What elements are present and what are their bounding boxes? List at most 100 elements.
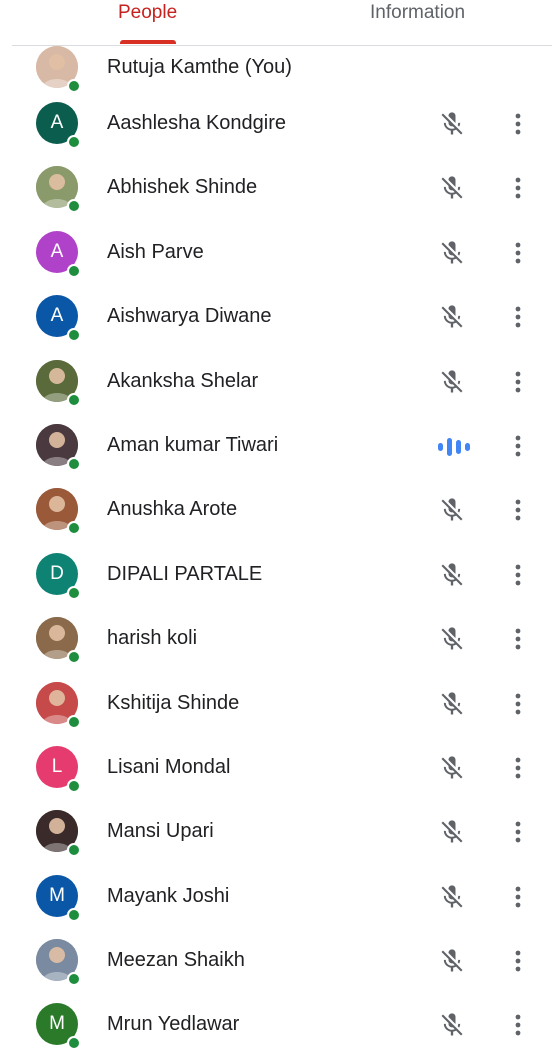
- participant-row[interactable]: Rutuja Kamthe (You): [0, 46, 552, 93]
- participant-name: Anushka Arote: [107, 498, 238, 521]
- online-status-dot: [67, 1036, 81, 1051]
- active-tab-indicator: [120, 40, 176, 44]
- participant-name: Aashlesha Kondgire: [107, 112, 287, 134]
- online-status-dot: [67, 907, 81, 922]
- participant-row[interactable]: D DIPALI PARTALE: [0, 543, 552, 607]
- mic-off-icon[interactable]: [438, 368, 466, 396]
- more-options-icon[interactable]: [508, 690, 528, 718]
- avatar-wrapper: D: [36, 552, 81, 600]
- avatar-initial: A: [50, 240, 64, 262]
- mic-off-icon[interactable]: [438, 818, 466, 846]
- mic-off-icon[interactable]: [438, 496, 466, 524]
- avatar-initial: A: [50, 112, 64, 133]
- more-options-icon[interactable]: [508, 239, 528, 267]
- online-status-dot: [67, 79, 81, 93]
- avatar-wrapper: [36, 166, 81, 214]
- participant-name: harish koli: [107, 627, 198, 650]
- tab-people[interactable]: People: [118, 2, 177, 24]
- more-options-icon[interactable]: [508, 1011, 528, 1039]
- online-status-dot: [67, 585, 81, 600]
- participant-name: Akanksha Shelar: [107, 369, 259, 392]
- online-status-dot: [67, 972, 81, 987]
- more-options-icon[interactable]: [508, 625, 528, 653]
- online-status-dot: [67, 263, 81, 278]
- participant-name: Rutuja Kamthe (You): [107, 56, 292, 78]
- more-options-icon[interactable]: [508, 754, 528, 782]
- mic-off-icon[interactable]: [438, 625, 466, 653]
- more-options-icon[interactable]: [508, 818, 528, 846]
- participant-row[interactable]: Mansi Upari: [0, 800, 552, 864]
- participant-row[interactable]: M Mayank Joshi: [0, 865, 552, 929]
- participant-row[interactable]: Abhishek Shinde: [0, 156, 552, 220]
- mic-off-icon[interactable]: [438, 303, 466, 331]
- avatar-wrapper: L: [36, 745, 81, 793]
- avatar-wrapper: [36, 939, 81, 987]
- participant-name: Lisani Mondal: [107, 755, 231, 778]
- mic-off-icon[interactable]: [438, 690, 466, 718]
- avatar-initial: L: [51, 755, 63, 777]
- participant-name: Kshitija Shinde: [107, 691, 240, 714]
- online-status-dot: [67, 199, 81, 214]
- avatar-wrapper: M: [36, 874, 81, 922]
- avatar-wrapper: [36, 617, 81, 665]
- more-options-icon[interactable]: [508, 883, 528, 911]
- tab-bar: People Information: [0, 0, 552, 46]
- participant-name: Aishwarya Diwane: [107, 305, 272, 328]
- participant-row[interactable]: A Aishwarya Diwane: [0, 285, 552, 349]
- audio-level-icon: [437, 436, 471, 458]
- avatar-wrapper: A: [36, 295, 81, 343]
- online-status-dot: [67, 714, 81, 729]
- mic-off-icon[interactable]: [438, 883, 466, 911]
- avatar-wrapper: [36, 681, 81, 729]
- participant-row[interactable]: Meezan Shaikh: [0, 929, 552, 993]
- online-status-dot: [67, 328, 81, 343]
- participant-row[interactable]: Anushka Arote: [0, 478, 552, 542]
- more-options-icon[interactable]: [508, 561, 528, 589]
- mic-off-icon[interactable]: [438, 947, 466, 975]
- more-options-icon[interactable]: [508, 110, 528, 138]
- mic-off-icon[interactable]: [438, 174, 466, 202]
- avatar-initial: A: [50, 305, 64, 327]
- participant-name: Aish Parve: [107, 240, 204, 263]
- online-status-dot: [67, 135, 81, 149]
- online-status-dot: [67, 521, 81, 536]
- participant-row[interactable]: harish koli: [0, 607, 552, 671]
- online-status-dot: [67, 650, 81, 665]
- participant-name: Mayank Joshi: [107, 884, 230, 907]
- avatar-wrapper: A: [36, 230, 81, 278]
- participant-name: Abhishek Shinde: [107, 176, 258, 199]
- participant-row[interactable]: A Aashlesha Kondgire: [0, 92, 552, 156]
- more-options-icon[interactable]: [508, 496, 528, 524]
- online-status-dot: [67, 456, 81, 471]
- avatar-wrapper: M: [36, 1003, 81, 1051]
- online-status-dot: [67, 843, 81, 858]
- avatar-wrapper: [36, 359, 81, 407]
- online-status-dot: [67, 392, 81, 407]
- participant-name: Aman kumar Tiwari: [107, 433, 279, 456]
- mic-off-icon[interactable]: [438, 110, 466, 138]
- online-status-dot: [67, 778, 81, 793]
- avatar-initial: D: [50, 562, 64, 584]
- avatar-initial: M: [49, 884, 65, 906]
- mic-off-icon[interactable]: [438, 1011, 466, 1039]
- more-options-icon[interactable]: [508, 303, 528, 331]
- mic-off-icon[interactable]: [438, 754, 466, 782]
- more-options-icon[interactable]: [508, 174, 528, 202]
- participant-row[interactable]: Aman kumar Tiwari: [0, 414, 552, 478]
- participant-row[interactable]: L Lisani Mondal: [0, 736, 552, 800]
- participant-row[interactable]: M Mrun Yedlawar: [0, 993, 552, 1057]
- avatar-initial: M: [49, 1013, 65, 1035]
- participant-row[interactable]: A Aish Parve: [0, 221, 552, 285]
- participant-list: Rutuja Kamthe (You) A Aashlesha Kondgire Ab…: [0, 46, 552, 1058]
- more-options-icon[interactable]: [508, 432, 528, 460]
- participant-row[interactable]: Kshitija Shinde: [0, 672, 552, 736]
- tab-information[interactable]: Information: [370, 2, 465, 24]
- mic-off-icon[interactable]: [438, 239, 466, 267]
- more-options-icon[interactable]: [508, 368, 528, 396]
- avatar-wrapper: [36, 810, 81, 858]
- participant-row[interactable]: Akanksha Shelar: [0, 350, 552, 414]
- mic-off-icon[interactable]: [438, 561, 466, 589]
- participant-name: Meezan Shaikh: [107, 949, 245, 972]
- more-options-icon[interactable]: [508, 947, 528, 975]
- avatar-wrapper: [36, 46, 81, 93]
